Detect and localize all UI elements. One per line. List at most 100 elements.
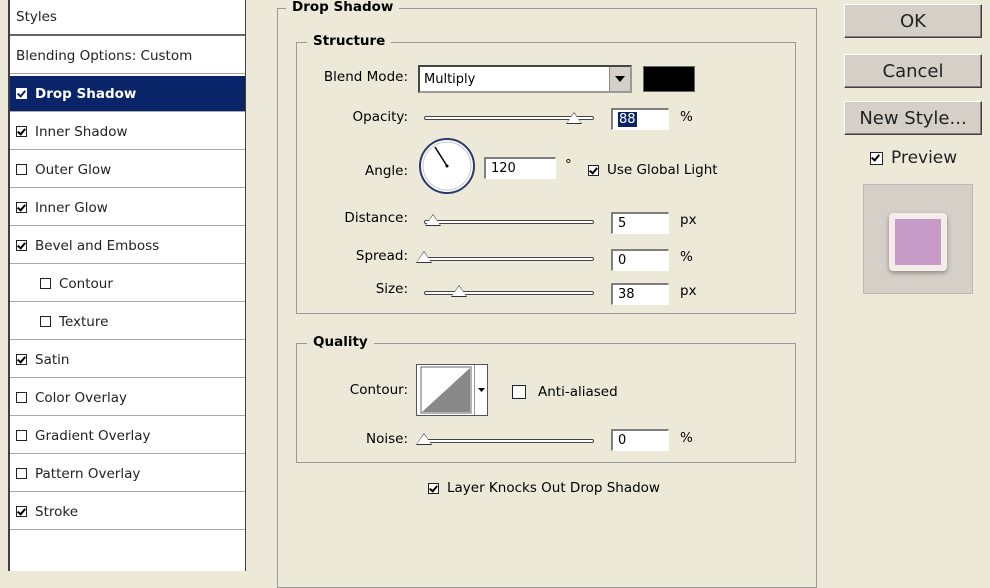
noise-slider-thumb[interactable] bbox=[416, 433, 432, 445]
style-item-checkbox[interactable] bbox=[16, 202, 27, 213]
angle-label: Angle: bbox=[365, 163, 408, 179]
opacity-value: 88 bbox=[618, 112, 637, 127]
contour-label: Contour: bbox=[349, 382, 408, 398]
layer-knocks-out-check-icon bbox=[428, 482, 439, 494]
drop-shadow-panel: Drop Shadow Structure Blend Mode: Multip… bbox=[277, 0, 817, 588]
use-global-light-label: Use Global Light bbox=[607, 162, 718, 178]
distance-field[interactable]: 5 bbox=[611, 212, 669, 234]
style-item-label: Outer Glow bbox=[35, 161, 112, 178]
style-item-label: Color Overlay bbox=[35, 389, 128, 406]
use-global-light-checkbox[interactable]: Use Global Light bbox=[588, 162, 718, 178]
style-item-label: Stroke bbox=[35, 503, 79, 520]
blend-mode-value: Multiply bbox=[424, 72, 476, 87]
style-item-satin[interactable]: Satin bbox=[10, 342, 245, 378]
style-item-checkbox[interactable] bbox=[16, 164, 27, 175]
style-item-checkbox[interactable] bbox=[16, 468, 27, 479]
size-label: Size: bbox=[375, 281, 408, 297]
distance-slider-thumb[interactable] bbox=[425, 214, 441, 226]
angle-field[interactable]: 120 bbox=[484, 157, 556, 179]
opacity-label: Opacity: bbox=[352, 109, 409, 125]
style-item-label: Inner Shadow bbox=[35, 123, 128, 140]
quality-title: Quality bbox=[307, 334, 374, 350]
angle-unit: ° bbox=[565, 157, 572, 173]
preview-swatch bbox=[895, 219, 941, 265]
style-item-label: Inner Glow bbox=[35, 199, 108, 216]
new-style-button[interactable]: New Style... bbox=[844, 101, 982, 135]
blend-mode-select[interactable]: Multiply bbox=[418, 65, 632, 93]
style-item-contour[interactable]: Contour bbox=[10, 266, 245, 302]
distance-slider[interactable] bbox=[424, 220, 594, 224]
styles-list-panel: Styles Blending Options: Custom Drop Shad… bbox=[8, 0, 246, 571]
spread-label: Spread: bbox=[355, 248, 408, 264]
style-item-color-overlay[interactable]: Color Overlay bbox=[10, 380, 245, 416]
style-item-drop-shadow[interactable]: Drop Shadow bbox=[10, 76, 245, 112]
noise-unit: % bbox=[680, 430, 693, 446]
style-item-checkbox[interactable] bbox=[16, 354, 27, 365]
styles-list-header: Styles bbox=[10, 0, 245, 36]
style-item-label: Texture bbox=[59, 313, 109, 330]
cancel-button[interactable]: Cancel bbox=[844, 54, 982, 88]
opacity-unit: % bbox=[680, 109, 693, 125]
distance-label: Distance: bbox=[344, 210, 408, 226]
style-item-pattern-overlay[interactable]: Pattern Overlay bbox=[10, 456, 245, 492]
style-item-checkbox[interactable] bbox=[16, 126, 27, 137]
noise-field[interactable]: 0 bbox=[611, 429, 669, 451]
spread-slider-thumb[interactable] bbox=[416, 251, 432, 263]
size-slider-thumb[interactable] bbox=[451, 285, 467, 297]
blend-mode-label: Blend Mode: bbox=[323, 69, 408, 85]
style-item-checkbox[interactable] bbox=[16, 88, 27, 99]
style-item-checkbox[interactable] bbox=[16, 430, 27, 441]
opacity-slider-thumb[interactable] bbox=[565, 112, 582, 124]
style-item-stroke[interactable]: Stroke bbox=[10, 494, 245, 530]
style-item-gradient-overlay[interactable]: Gradient Overlay bbox=[10, 418, 245, 454]
size-unit: px bbox=[680, 283, 697, 299]
style-item-inner-glow[interactable]: Inner Glow bbox=[10, 190, 245, 226]
style-item-label: Contour bbox=[59, 275, 113, 292]
distance-unit: px bbox=[680, 212, 697, 228]
style-item-blending-options-custom[interactable]: Blending Options: Custom bbox=[10, 38, 245, 74]
drop-shadow-title: Drop Shadow bbox=[286, 0, 400, 15]
style-item-label: Gradient Overlay bbox=[35, 427, 151, 444]
styles-header-label: Styles bbox=[16, 9, 57, 25]
shadow-color-swatch[interactable] bbox=[643, 66, 695, 92]
contour-picker[interactable] bbox=[416, 364, 488, 416]
style-item-checkbox[interactable] bbox=[16, 240, 27, 251]
contour-preview-icon bbox=[420, 366, 472, 414]
size-slider[interactable] bbox=[424, 291, 594, 295]
style-item-checkbox[interactable] bbox=[16, 392, 27, 403]
spread-slider[interactable] bbox=[424, 257, 594, 261]
anti-aliased-label: Anti-aliased bbox=[538, 384, 618, 400]
style-item-inner-shadow[interactable]: Inner Shadow bbox=[10, 114, 245, 150]
preview-frame bbox=[889, 213, 947, 271]
style-item-outer-glow[interactable]: Outer Glow bbox=[10, 152, 245, 188]
noise-label: Noise: bbox=[366, 431, 408, 447]
style-item-label: Blending Options: Custom bbox=[16, 47, 193, 64]
preview-checkbox[interactable]: Preview bbox=[870, 148, 957, 168]
preview-check-icon bbox=[870, 151, 883, 165]
style-item-label: Drop Shadow bbox=[35, 85, 137, 102]
ok-button[interactable]: OK bbox=[844, 4, 982, 38]
style-item-checkbox[interactable] bbox=[40, 278, 51, 289]
anti-aliased-checkbox[interactable]: Anti-aliased bbox=[512, 384, 618, 400]
noise-slider[interactable] bbox=[424, 439, 594, 443]
style-item-label: Satin bbox=[35, 351, 70, 368]
preview-label: Preview bbox=[891, 148, 958, 168]
spread-unit: % bbox=[680, 249, 693, 265]
angle-dial[interactable] bbox=[418, 137, 476, 195]
style-item-checkbox[interactable] bbox=[16, 506, 27, 517]
chevron-down-icon[interactable] bbox=[474, 365, 487, 415]
layer-knocks-out-label: Layer Knocks Out Drop Shadow bbox=[447, 480, 660, 496]
style-item-bevel-and-emboss[interactable]: Bevel and Emboss bbox=[10, 228, 245, 264]
style-item-label: Bevel and Emboss bbox=[35, 237, 160, 254]
chevron-down-icon[interactable] bbox=[609, 67, 630, 91]
style-item-texture[interactable]: Texture bbox=[10, 304, 245, 340]
structure-title: Structure bbox=[307, 33, 392, 49]
style-item-label: Pattern Overlay bbox=[35, 465, 141, 482]
style-item-checkbox[interactable] bbox=[40, 316, 51, 327]
size-field[interactable]: 38 bbox=[611, 283, 669, 305]
anti-aliased-check-icon bbox=[512, 385, 526, 399]
spread-field[interactable]: 0 bbox=[611, 249, 669, 271]
opacity-field[interactable]: 88 bbox=[611, 108, 669, 130]
layer-knocks-out-checkbox[interactable]: Layer Knocks Out Drop Shadow bbox=[428, 480, 660, 496]
use-global-light-check-icon bbox=[588, 164, 599, 176]
